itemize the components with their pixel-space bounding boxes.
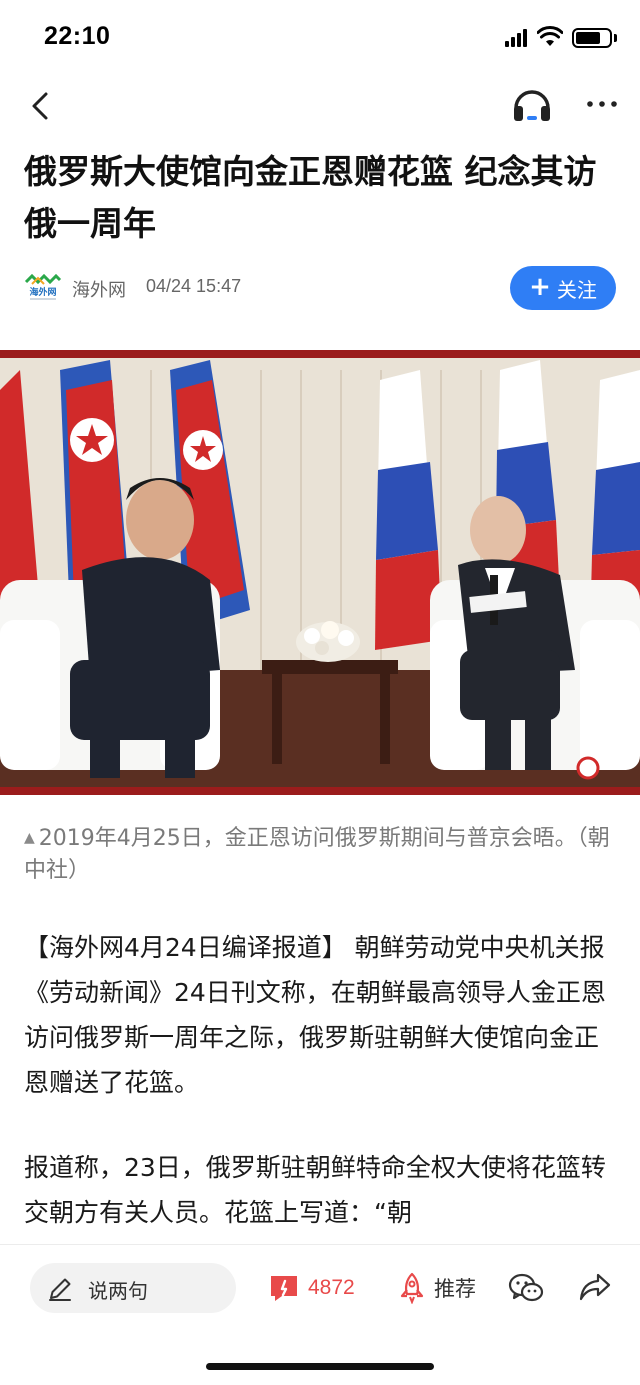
bottom-bar: 说两句 4872 推荐 [0,1244,640,1385]
caption-text: 2019年4月25日，金正恩访问俄罗斯期间与普京会晤。（朝中社） [24,826,610,883]
more-icon[interactable] [584,86,620,122]
follow-label: 关注 [556,277,597,302]
comment-count: 4872 [308,1276,355,1299]
source-row: 海外网 海外网 04/24 15:47 + 关注 [0,262,640,316]
caption-arrow-icon: ▲ [24,830,35,846]
battery-cap [614,34,617,42]
comment-count-button[interactable]: 4872 [268,1271,355,1305]
rocket-icon [400,1272,424,1304]
article-paragraph-1: 【海外网4月24日编译报道】 朝鲜劳动党中央机关报《劳动新闻》24日刊文称，在朝… [24,933,606,1097]
recommend-label: 推荐 [434,1277,476,1301]
nav-bar [0,76,640,136]
wifi-icon [537,26,563,46]
follow-button[interactable]: + 关注 [510,266,616,310]
status-time: 22:10 [44,22,111,50]
comment-bubble-icon [271,1276,297,1301]
recommend-button[interactable]: 推荐 [398,1271,476,1305]
home-indicator[interactable] [206,1363,434,1370]
svg-text:海外网: 海外网 [29,286,56,298]
source-logo-icon: 海外网 [24,273,62,300]
headphone-icon[interactable] [510,82,554,126]
source-name[interactable]: 海外网 [72,276,126,302]
wechat-icon[interactable] [508,1271,544,1305]
plus-icon: + [529,272,551,302]
comment-input[interactable]: 说两句 [30,1263,236,1313]
cellular-signal-icon [505,29,531,47]
pencil-icon [49,1278,71,1301]
status-bar: 22:10 [0,0,640,76]
back-icon[interactable] [22,86,62,126]
publish-time: 04/24 15:47 [146,276,242,296]
photo-caption: ▲ 2019年4月25日，金正恩访问俄罗斯期间与普京会晤。（朝中社） [24,822,624,887]
share-icon[interactable] [578,1271,612,1303]
article-title: 俄罗斯大使馆向金正恩赠花篮 纪念其访俄一周年 [24,152,597,243]
battery-icon [572,28,612,48]
comment-placeholder: 说两句 [88,1279,148,1303]
article-paragraph-2: 报道称，23日，俄罗斯驻朝鲜特命全权大使将花篮转交朝方有关人员。花篮上写道：“朝 [24,1153,606,1227]
article-photo[interactable] [0,350,640,795]
